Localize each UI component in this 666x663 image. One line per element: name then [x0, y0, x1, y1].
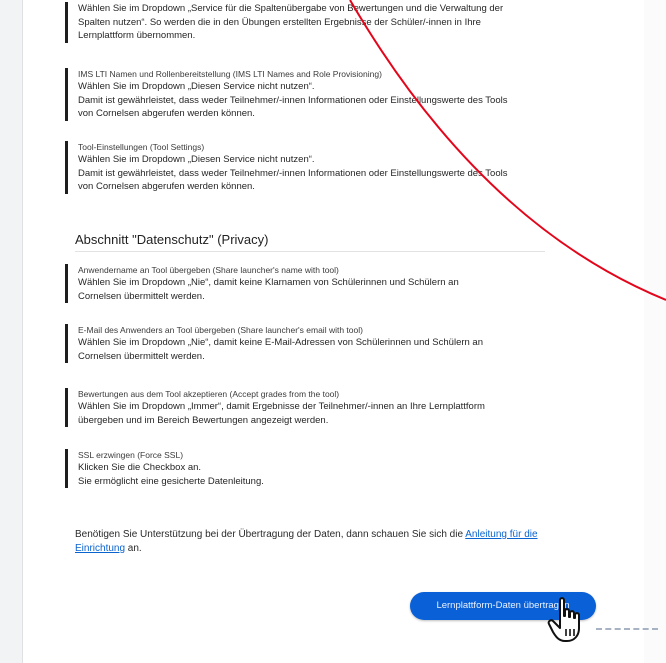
- instruction-line: Damit ist gewährleistet, dass weder Teil…: [78, 167, 508, 179]
- left-gutter: [0, 0, 23, 663]
- block-caption: E-Mail des Anwenders an Tool übergeben (…: [78, 325, 363, 335]
- instruction-line: Klicken Sie die Checkbox an.: [78, 462, 202, 473]
- block-caption: Bewertungen aus dem Tool akzeptieren (Ac…: [78, 389, 340, 399]
- instruction-line: von Cornelsen abgerufen werden können.: [78, 181, 255, 192]
- instruction-line: Lernplattform übernommen.: [78, 30, 196, 41]
- hand-pointer-icon: [547, 597, 580, 642]
- privacy-section-heading: Abschnitt "Datenschutz" (Privacy): [75, 232, 545, 252]
- screen: Wählen Sie im Dropdown „Service für die …: [0, 0, 666, 663]
- instruction-line: Cornelsen übermittelt werden.: [78, 290, 205, 302]
- instruction-block-share-name: Anwendername an Tool übergeben (Share la…: [65, 264, 575, 303]
- instruction-line: übergeben und im Bereich Bewertungen ang…: [78, 414, 329, 426]
- help-paragraph: Benötigen Sie Unterstützung bei der Über…: [75, 528, 575, 556]
- block-caption: Tool-Einstellungen (Tool Settings): [78, 142, 205, 152]
- instruction-block-accept-grades: Bewertungen aus dem Tool akzeptieren (Ac…: [65, 388, 575, 427]
- instruction-line: Damit ist gewährleistet, dass weder Teil…: [78, 94, 508, 106]
- instruction-line: von Cornelsen abgerufen werden können.: [78, 108, 255, 119]
- block-caption: Anwendername an Tool übergeben (Share la…: [78, 265, 339, 275]
- instruction-block-tool-settings: Tool-Einstellungen (Tool Settings) Wähle…: [65, 141, 575, 194]
- help-text: Benötigen Sie Unterstützung bei der Über…: [75, 529, 466, 540]
- block-caption: IMS LTI Namen und Rollenbereitstellung (…: [78, 69, 382, 79]
- instruction-line: Wählen Sie im Dropdown „Diesen Service n…: [78, 81, 315, 92]
- help-text-suffix: an.: [125, 543, 142, 554]
- instruction-line: Sie ermöglicht eine gesicherte Datenleit…: [78, 475, 264, 487]
- right-gutter: [644, 0, 666, 663]
- instruction-line: Wählen Sie im Dropdown „Immer“, damit Er…: [78, 401, 485, 412]
- instruction-line: Spalten nutzen“. So werden die in den Üb…: [78, 16, 481, 28]
- instruction-line: Wählen Sie im Dropdown „Nie“, damit kein…: [78, 277, 459, 288]
- instruction-block-share-email: E-Mail des Anwenders an Tool übergeben (…: [65, 324, 575, 363]
- instruction-line: Cornelsen übermittelt werden.: [78, 350, 205, 362]
- instruction-block-names-roles: IMS LTI Namen und Rollenbereitstellung (…: [65, 68, 575, 121]
- annotation-connector-line: [596, 628, 658, 630]
- instruction-block-grades-service: Wählen Sie im Dropdown „Service für die …: [65, 2, 575, 43]
- instruction-block-force-ssl: SSL erzwingen (Force SSL) Klicken Sie di…: [65, 449, 575, 488]
- instruction-line: Wählen Sie im Dropdown „Service für die …: [78, 3, 504, 14]
- instruction-line: Wählen Sie im Dropdown „Nie“, damit kein…: [78, 337, 484, 348]
- block-caption: SSL erzwingen (Force SSL): [78, 450, 184, 460]
- instruction-line: Wählen Sie im Dropdown „Diesen Service n…: [78, 154, 315, 165]
